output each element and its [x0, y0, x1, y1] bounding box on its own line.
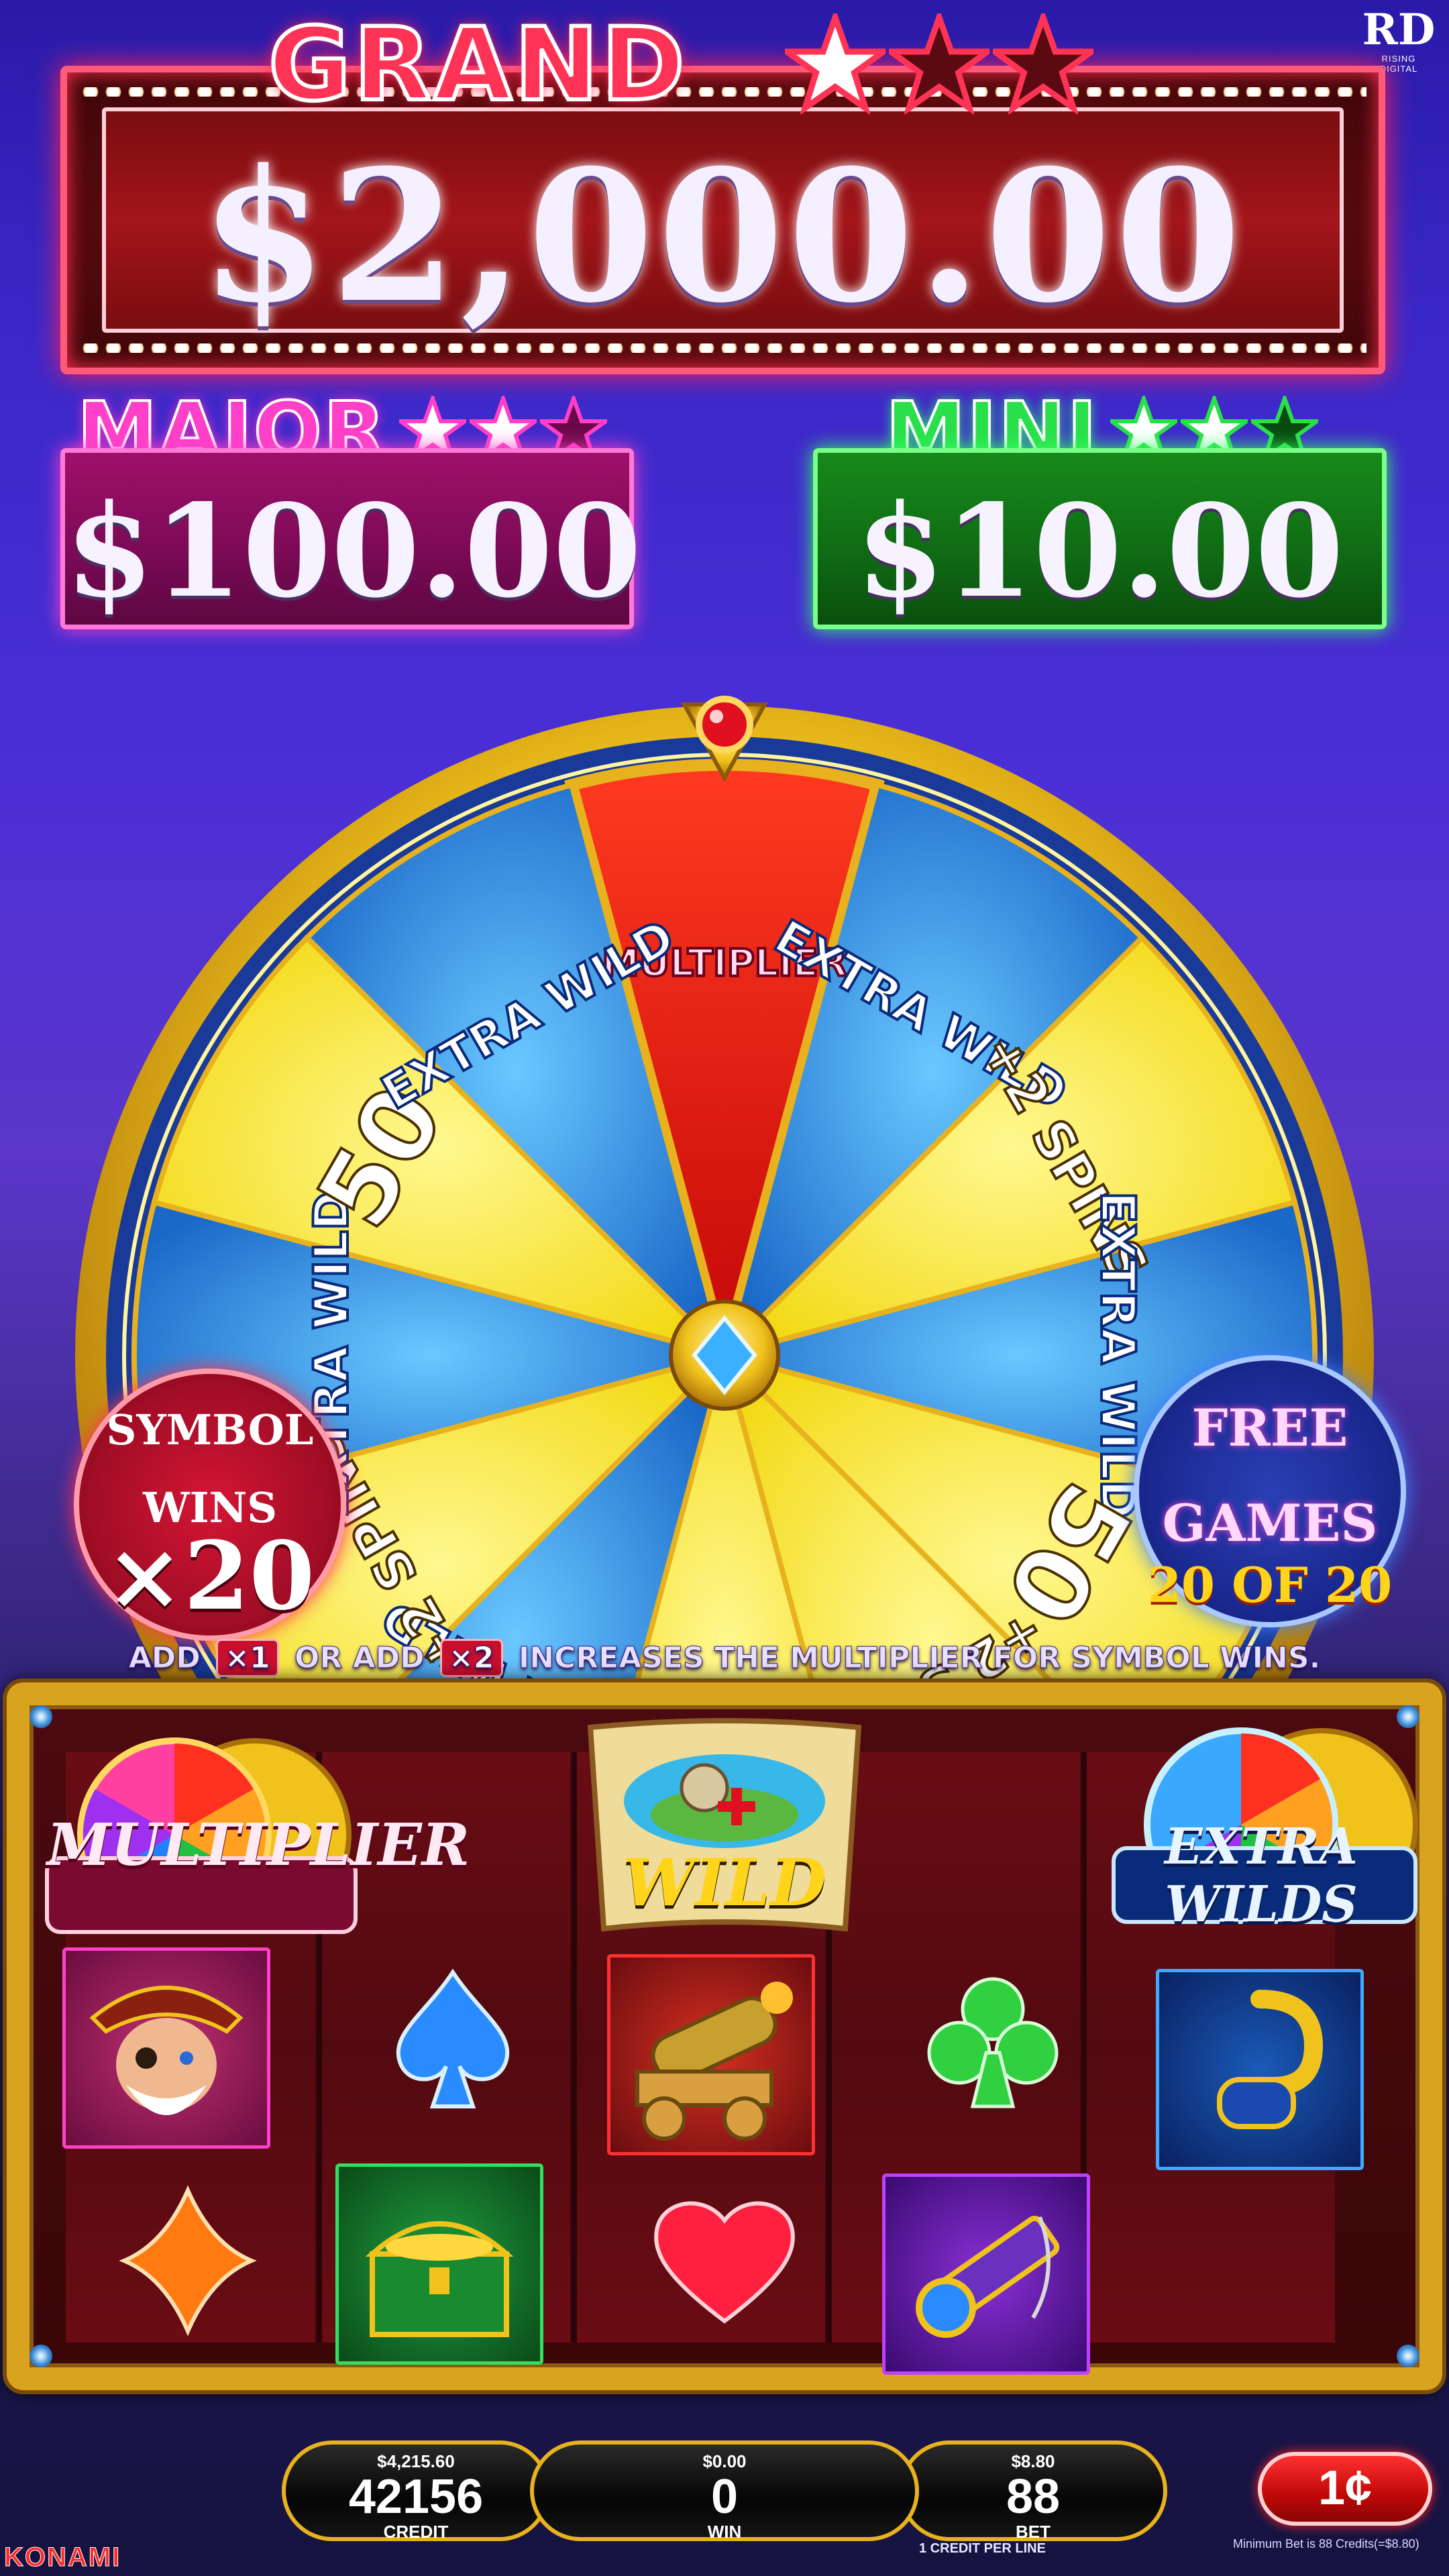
credit-meter: $4,215.60 42156 CREDIT	[282, 2440, 550, 2542]
info-or: OR	[294, 1641, 343, 1676]
info-add: ADD	[128, 1641, 201, 1676]
major-jackpot-panel: $100.00	[60, 448, 642, 629]
denomination-button[interactable]: 1¢	[1258, 2452, 1432, 2526]
green-club-symbol	[927, 1977, 1059, 2108]
credit-label: CREDIT	[383, 2522, 449, 2542]
grand-jackpot-panel: $2,000.00	[60, 66, 1385, 374]
grand-jackpot-title: GRAND	[266, 5, 688, 125]
red-heart-symbol	[654, 2201, 795, 2324]
multiplier-feature-label: MULTIPLIER	[47, 1811, 470, 1879]
info-text: INCREASES THE MULTIPLIER FOR SYMBOL WINS…	[518, 1641, 1321, 1676]
star-unlit-icon	[993, 13, 1093, 114]
win-value: 0	[710, 2470, 739, 2524]
symbol-wins-multiplier: ×20	[105, 1521, 315, 1631]
frame-bolt-icon	[1397, 2345, 1419, 2367]
add-x2-chip: ×2	[440, 1639, 503, 1677]
win-dollars: $0.00	[702, 2451, 747, 2471]
pirate-captain-symbol	[62, 1947, 270, 2149]
credit-value: 42156	[348, 2470, 484, 2524]
info-add-2: ADD	[352, 1641, 425, 1676]
reel-divider	[572, 1752, 577, 2343]
studio-mark: RD	[1362, 5, 1436, 55]
symbol-wins-line1: SYMBOL	[106, 1405, 314, 1454]
free-games-badge: FREE GAMES 20 OF 20	[1134, 1355, 1406, 1627]
free-games-count: 20 OF 20	[1147, 1556, 1393, 1613]
star-lit-icon	[785, 13, 885, 114]
orange-diamond-symbol	[119, 2185, 257, 2337]
mini-jackpot-value: $10.00	[855, 476, 1344, 626]
spyglass-symbol	[882, 2174, 1090, 2375]
star-unlit-icon	[889, 13, 989, 114]
pirate-hook-symbol	[1156, 1969, 1364, 2170]
wild-label: WILD	[623, 1845, 826, 1921]
bet-dollars: $8.80	[1011, 2451, 1055, 2471]
multiplier-info-text: ADD ×1 OR ADD ×2 INCREASES THE MULTIPLIE…	[0, 1639, 1449, 1677]
cannon-symbol	[607, 1954, 815, 2155]
konami-logo: KONAMI	[3, 2542, 121, 2573]
treasure-chest-symbol	[335, 2163, 543, 2365]
rising-digital-logo: RD RISING DIGITAL	[1362, 7, 1436, 74]
minimum-bet-note: Minimum Bet is 88 Credits(=$8.80)	[1233, 2537, 1419, 2551]
free-games-line1: FREE	[1191, 1398, 1348, 1458]
symbol-wins-badge: SYMBOL WINS ×20	[74, 1368, 346, 1641]
bet-label: BET	[1016, 2522, 1051, 2542]
frame-bolt-icon	[30, 2345, 52, 2367]
mini-jackpot-panel: $10.00	[813, 448, 1387, 629]
major-jackpot-value: $100.00	[65, 476, 642, 626]
add-x1-chip: ×1	[216, 1639, 279, 1677]
win-meter: $0.00 0 WIN	[530, 2440, 919, 2542]
grand-jackpot-value: $2,000.00	[200, 129, 1246, 343]
free-games-line2: GAMES	[1162, 1493, 1378, 1553]
blue-spade-symbol	[396, 1968, 510, 2108]
credits-per-line: 1 CREDIT PER LINE	[919, 2541, 1046, 2556]
win-label: WIN	[707, 2522, 742, 2542]
frame-bolt-icon	[30, 1705, 52, 1728]
marquee-lights-bottom	[79, 343, 1366, 353]
credit-dollars: $4,215.60	[377, 2451, 455, 2471]
extra-wilds-feature-label: EXTRA WILDS	[1165, 1818, 1358, 1933]
grand-star-rating	[785, 13, 1093, 117]
bet-value: 88	[1006, 2470, 1061, 2524]
bet-meter[interactable]: $8.80 88 BET	[899, 2440, 1167, 2542]
